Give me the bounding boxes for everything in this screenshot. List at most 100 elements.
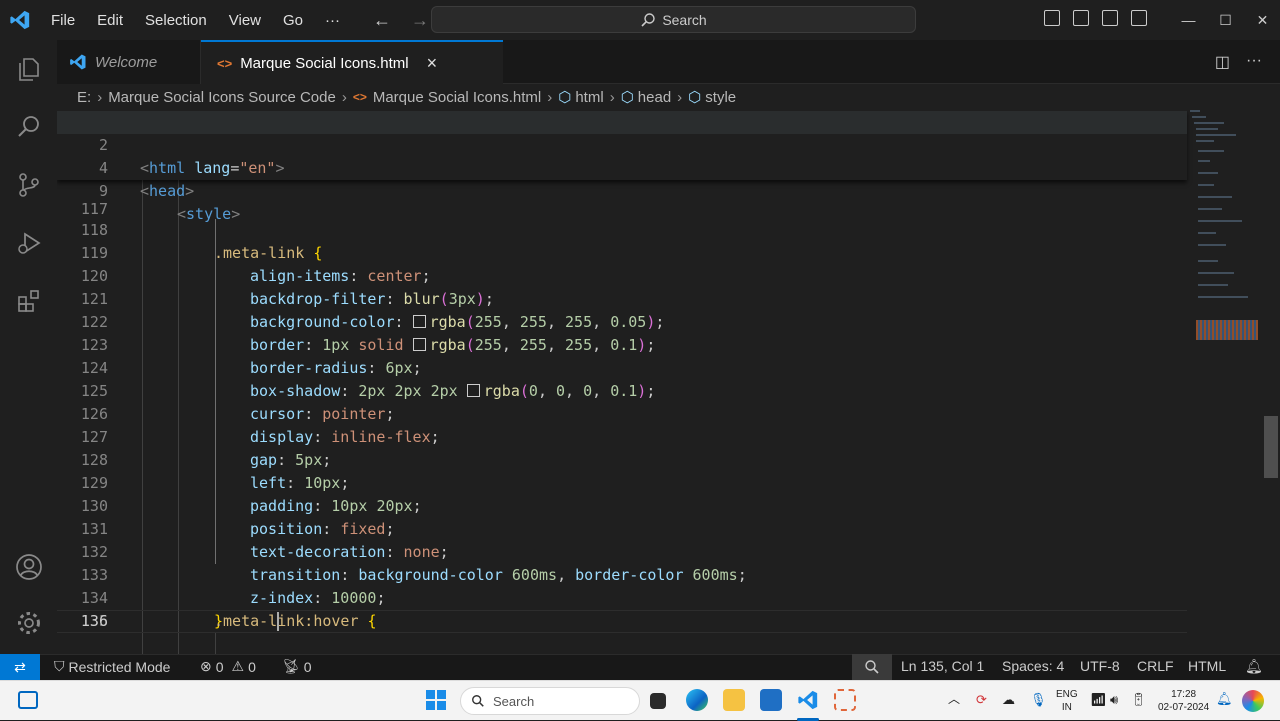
onedrive-icon[interactable]: ☁ <box>1002 693 1015 706</box>
code-line[interactable]: 129 padding: 10px 20px; <box>57 449 1187 515</box>
code-line-current[interactable]: 136 .meta-link:hover { <box>57 610 1187 633</box>
ports-count: 0 <box>303 658 312 675</box>
zoom-icon[interactable] <box>852 654 892 680</box>
back-arrow-icon[interactable]: ← <box>373 10 391 31</box>
eol-setting[interactable]: CRLF <box>1137 658 1174 674</box>
menu-view[interactable]: View <box>218 12 272 29</box>
close-window-button[interactable]: ✕ <box>1244 12 1280 29</box>
windows-start-icon[interactable] <box>426 690 446 710</box>
snipping-tool-icon[interactable] <box>834 689 856 711</box>
code-line[interactable]: 127 gap: 5px; <box>57 403 1187 469</box>
clock-date: 02-07-2024 <box>1158 702 1210 713</box>
file-explorer-icon[interactable] <box>723 689 745 711</box>
search-view-icon[interactable] <box>14 112 44 142</box>
menu-go[interactable]: Go <box>272 12 314 29</box>
windows-taskbar: Search ︿ ⟳ ☁ 🎙︎ ENG IN 📶︎ 🔊︎ 🔋︎ 17:28 02… <box>0 680 1280 721</box>
accounts-icon[interactable] <box>14 552 44 582</box>
code-line[interactable]: 131 text-decoration: none; <box>57 495 1187 561</box>
code-line[interactable]: 124 box-shadow: 2px 2px 2px rgba(0, 0, 0… <box>57 334 1187 400</box>
breadcrumb-file[interactable]: Marque Social Icons.html <box>373 89 541 106</box>
toggle-panel-icon[interactable] <box>1073 10 1089 26</box>
sticky-line[interactable]: 9 <style> <box>57 157 1187 223</box>
code-line[interactable]: 126 display: inline-flex; <box>57 380 1187 446</box>
wifi-icon[interactable]: 📶︎ <box>1090 693 1107 706</box>
code-line[interactable]: 120 backdrop-filter: blur(3px); <box>57 242 1187 308</box>
minimap[interactable] <box>1188 110 1260 350</box>
copilot-icon[interactable] <box>1242 690 1264 712</box>
settings-gear-icon[interactable] <box>14 608 44 638</box>
command-center-search[interactable]: Search <box>431 6 916 33</box>
breadcrumb-folder[interactable]: Marque Social Icons Source Code <box>108 89 336 106</box>
forward-arrow-icon[interactable]: → <box>411 10 429 31</box>
code-line[interactable]: 121 background-color: rgba(255, 255, 255… <box>57 265 1187 331</box>
notification-bell-icon[interactable]: 🔔︎ <box>1216 692 1233 705</box>
title-bar: File Edit Selection View Go ··· ← → Sear… <box>0 0 1280 40</box>
code-line[interactable]: 135 <box>57 587 1187 630</box>
cursor-position[interactable]: Ln 135, Col 1 <box>901 658 984 674</box>
tab-welcome[interactable]: Welcome <box>57 40 201 84</box>
indentation-setting[interactable]: Spaces: 4 <box>1002 658 1064 674</box>
sticky-line[interactable]: 2 <html lang="en"> <box>57 111 1187 177</box>
vertical-scrollbar-thumb[interactable] <box>1264 416 1278 478</box>
microsoft-store-icon[interactable] <box>760 689 782 711</box>
source-control-icon[interactable] <box>14 170 44 200</box>
customize-layout-icon[interactable] <box>1131 10 1147 26</box>
battery-icon[interactable]: 🔋︎ <box>1130 693 1147 706</box>
sticky-line[interactable]: 4 <head> <box>57 134 1187 200</box>
taskbar-search[interactable]: Search <box>460 687 640 715</box>
code-line[interactable]: 128 left: 10px; <box>57 426 1187 492</box>
error-icon: ⊗ <box>200 658 212 674</box>
volume-icon[interactable]: 🔊︎ <box>1110 693 1118 706</box>
code-line[interactable]: 134 } <box>57 564 1187 630</box>
more-actions-icon[interactable]: ··· <box>1246 52 1262 72</box>
restricted-mode-indicator[interactable]: ⛉ Restricted Mode <box>54 658 170 675</box>
ports-indicator[interactable]: 📡︎ 0 <box>282 658 312 675</box>
code-line[interactable]: 132 transition: background-color 600ms, … <box>57 518 1187 584</box>
toggle-secondary-sidebar-icon[interactable] <box>1102 10 1118 26</box>
maximize-button[interactable]: ☐ <box>1207 12 1244 29</box>
breadcrumb-drive[interactable]: E: <box>77 89 91 106</box>
edge-browser-icon[interactable] <box>686 689 708 711</box>
breadcrumb-html[interactable]: html <box>575 89 603 106</box>
tray-app-icon[interactable]: ⟳ <box>976 693 987 706</box>
clock[interactable]: 17:28 02-07-2024 <box>1158 688 1209 714</box>
element-cube-icon: ⬡ <box>688 89 702 106</box>
run-debug-icon[interactable] <box>14 228 44 258</box>
toggle-primary-sidebar-icon[interactable] <box>1044 10 1060 26</box>
notifications-bell-icon[interactable]: 🔔︎ <box>1245 658 1263 675</box>
explorer-icon[interactable] <box>14 54 44 84</box>
encoding-setting[interactable]: UTF-8 <box>1080 658 1120 674</box>
menu-more[interactable]: ··· <box>314 12 351 29</box>
split-editor-icon[interactable]: ◫ <box>1215 52 1230 72</box>
editor-actions: ◫ ··· <box>1215 52 1262 72</box>
language-mode[interactable]: HTML <box>1188 658 1226 674</box>
tab-marque-social-icons[interactable]: <> Marque Social Icons.html × <box>201 40 503 84</box>
element-cube-icon: ⬡ <box>620 89 634 106</box>
menu-file[interactable]: File <box>40 12 86 29</box>
microphone-icon[interactable]: 🎙︎ <box>1030 693 1047 706</box>
problems-indicator[interactable]: ⊗ 0 ⚠ 0 <box>200 658 256 675</box>
code-editor[interactable]: 2 <html lang="en"> 4 <head> 9 <style> 11… <box>57 110 1280 654</box>
remote-indicator-icon[interactable]: ⇄ <box>0 654 40 680</box>
code-line[interactable]: 125 cursor: pointer; <box>57 357 1187 423</box>
close-tab-icon[interactable]: × <box>427 53 438 74</box>
code-line[interactable]: 130 position: fixed; <box>57 472 1187 538</box>
extensions-icon[interactable] <box>14 286 44 316</box>
desktop-widget-icon[interactable] <box>18 691 38 709</box>
vscode-logo-icon <box>0 0 40 40</box>
code-line[interactable]: 137 background-color: rgba(255, 255, 255… <box>57 631 1187 654</box>
menu-edit[interactable]: Edit <box>86 12 134 29</box>
chevron-right-icon: › <box>341 88 347 106</box>
sticky-scroll-header: 2 <html lang="en"> 4 <head> 9 <style> <box>57 110 1187 223</box>
menu-selection[interactable]: Selection <box>134 12 218 29</box>
breadcrumb-head[interactable]: head <box>638 89 671 106</box>
task-view-icon[interactable] <box>650 693 666 709</box>
code-line[interactable]: 122 border: 1px solid rgba(255, 255, 255… <box>57 288 1187 354</box>
show-hidden-icons-icon[interactable]: ︿ <box>948 693 960 706</box>
breadcrumb-style[interactable]: style <box>705 89 736 106</box>
code-line[interactable]: 133 z-index: 10000; <box>57 541 1187 607</box>
code-line[interactable]: 123 border-radius: 6px; <box>57 311 1187 377</box>
vscode-taskbar-icon[interactable] <box>797 689 819 711</box>
language-indicator[interactable]: ENG IN <box>1056 688 1078 714</box>
minimize-button[interactable]: — <box>1170 12 1207 28</box>
